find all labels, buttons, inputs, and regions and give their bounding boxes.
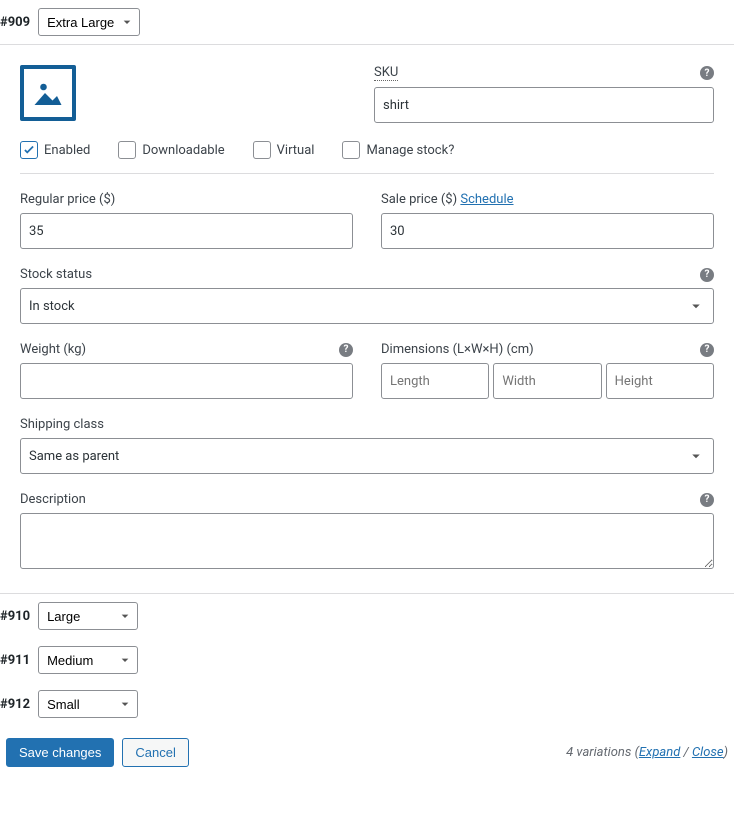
shipping-class-label: Shipping class xyxy=(20,417,104,432)
checkbox-icon xyxy=(342,141,360,159)
sku-label: SKU xyxy=(374,65,398,81)
manage-stock-checkbox[interactable]: Manage stock? xyxy=(342,141,454,159)
downloadable-checkbox[interactable]: Downloadable xyxy=(118,141,224,159)
variation-id: #912 xyxy=(0,697,30,712)
checkbox-icon xyxy=(253,141,271,159)
attribute-select[interactable]: Medium xyxy=(38,646,138,674)
weight-input[interactable] xyxy=(20,363,353,399)
description-textarea[interactable] xyxy=(20,513,714,569)
variation-header-909[interactable]: #909 Extra Large xyxy=(0,0,734,44)
checkbox-label: Manage stock? xyxy=(366,143,454,158)
sale-price-input[interactable] xyxy=(381,213,714,249)
shipping-class-select[interactable]: Same as parent xyxy=(20,438,714,474)
regular-price-input[interactable] xyxy=(20,213,353,249)
expand-link[interactable]: Expand xyxy=(639,745,680,760)
regular-price-label: Regular price ($) xyxy=(20,192,115,207)
height-input[interactable] xyxy=(606,363,714,399)
checkbox-label: Downloadable xyxy=(142,143,224,158)
weight-label: Weight (kg) xyxy=(20,342,86,357)
help-icon[interactable]: ? xyxy=(700,66,714,80)
length-input[interactable] xyxy=(381,363,489,399)
variation-count: 4 variations xyxy=(566,745,631,760)
variation-header-912[interactable]: #912 Small xyxy=(0,682,734,726)
variation-header-911[interactable]: #911 Medium xyxy=(0,638,734,682)
variation-id: #911 xyxy=(0,653,30,668)
variation-image-upload[interactable] xyxy=(20,65,76,121)
checkbox-label: Enabled xyxy=(44,143,90,158)
image-placeholder-icon xyxy=(30,75,66,111)
enabled-checkbox[interactable]: Enabled xyxy=(20,141,90,159)
save-button[interactable]: Save changes xyxy=(6,738,114,767)
virtual-checkbox[interactable]: Virtual xyxy=(253,141,315,159)
close-link[interactable]: Close xyxy=(692,745,724,760)
stock-status-select[interactable]: In stock xyxy=(20,288,714,324)
help-icon[interactable]: ? xyxy=(700,493,714,507)
variation-panel: SKU ? Enabled Downloadable Virtual Manag… xyxy=(0,44,734,594)
checkbox-icon xyxy=(118,141,136,159)
checkbox-label: Virtual xyxy=(277,143,315,158)
cancel-button[interactable]: Cancel xyxy=(122,738,188,767)
sale-price-label: Sale price ($) xyxy=(381,192,457,207)
help-icon[interactable]: ? xyxy=(700,268,714,282)
help-icon[interactable]: ? xyxy=(339,343,353,357)
attribute-select[interactable]: Extra Large xyxy=(38,8,140,36)
sku-input[interactable] xyxy=(374,87,714,123)
attribute-select[interactable]: Large xyxy=(38,602,138,630)
footer: Save changes Cancel 4 variations (Expand… xyxy=(0,726,734,779)
variation-id: #909 xyxy=(0,15,30,30)
checkbox-icon xyxy=(20,141,38,159)
width-input[interactable] xyxy=(493,363,601,399)
help-icon[interactable]: ? xyxy=(700,343,714,357)
attribute-select[interactable]: Small xyxy=(38,690,138,718)
dimensions-label: Dimensions (L×W×H) (cm) xyxy=(381,342,534,357)
stock-status-label: Stock status xyxy=(20,267,92,282)
schedule-link[interactable]: Schedule xyxy=(460,192,513,207)
description-label: Description xyxy=(20,492,86,507)
variation-id: #910 xyxy=(0,609,30,624)
checkbox-row: Enabled Downloadable Virtual Manage stoc… xyxy=(20,141,714,174)
variation-header-910[interactable]: #910 Large xyxy=(0,594,734,638)
